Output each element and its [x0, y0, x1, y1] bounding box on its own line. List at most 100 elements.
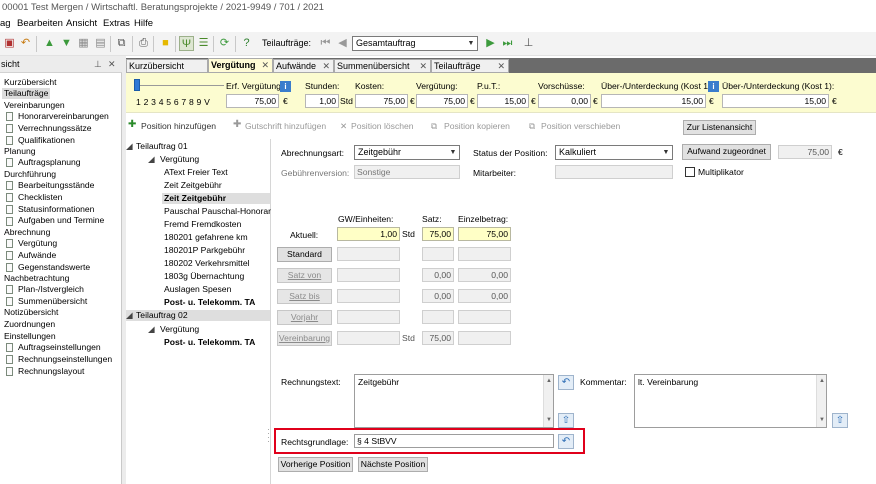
- aktuell-einzel-field[interactable]: 75,00: [458, 227, 511, 241]
- copy-icon[interactable]: ⧉: [114, 36, 129, 51]
- nav-durchfuehrung[interactable]: Durchführung: [4, 169, 56, 180]
- nav-zuordnungen[interactable]: Zuordnungen: [4, 319, 55, 330]
- tree-position[interactable]: Post- u. Telekomm. TA: [164, 297, 255, 308]
- help-icon[interactable]: ?: [239, 36, 254, 51]
- collapse-icon[interactable]: ◢: [148, 154, 155, 165]
- close-icon[interactable]: ✕: [322, 60, 330, 72]
- tree-position[interactable]: 180201P Parkgebühr: [164, 245, 245, 256]
- scrollbar[interactable]: ▲ ▼: [543, 375, 553, 427]
- nav-abrechnung[interactable]: Abrechnung: [4, 227, 50, 238]
- nav-checklisten[interactable]: Checklisten: [18, 192, 62, 203]
- tree-verguetung[interactable]: Vergütung: [160, 154, 199, 165]
- move-down-icon[interactable]: ▼: [59, 36, 74, 51]
- undo-icon[interactable]: ↶: [558, 434, 574, 449]
- delete-position-button[interactable]: Position löschen: [351, 121, 414, 132]
- collapse-icon[interactable]: ◢: [126, 141, 133, 152]
- close-icon[interactable]: ✕: [108, 56, 116, 73]
- tab-verguetung[interactable]: Vergütung ✕: [208, 58, 273, 73]
- copy-position-button[interactable]: Position kopieren: [444, 121, 510, 132]
- vereinbarung-button[interactable]: Vereinbarung: [277, 331, 332, 346]
- tree-position[interactable]: Fremd Fremdkosten: [164, 219, 241, 230]
- prev-position-button[interactable]: Vorherige Position: [278, 457, 353, 472]
- move-position-button[interactable]: Position verschieben: [541, 121, 620, 132]
- arrow-up-icon[interactable]: ⇧: [558, 413, 574, 428]
- move-up-icon[interactable]: ▲: [42, 36, 57, 51]
- menu-bearbeiten[interactable]: Bearbeiten: [17, 17, 63, 31]
- scrollbar[interactable]: ▲ ▼: [816, 375, 826, 427]
- tree-position[interactable]: Auslagen Spesen: [164, 284, 231, 295]
- nav-einstellungen[interactable]: Einstellungen: [4, 331, 56, 342]
- menu-ansicht[interactable]: Ansicht: [66, 17, 97, 31]
- nav-verrechnungssaetze[interactable]: Verrechnungssätze: [18, 123, 92, 134]
- first-icon[interactable]: ⏮: [318, 36, 333, 51]
- nav-teilauftraege[interactable]: Teilaufträge: [2, 88, 51, 99]
- tree-teilauftrag-02[interactable]: ◢ Teilauftrag 02: [126, 310, 270, 321]
- nav-verguetung[interactable]: Vergütung: [18, 238, 57, 249]
- menu-extras[interactable]: Extras: [103, 17, 130, 31]
- vorjahr-button[interactable]: Vorjahr: [277, 310, 332, 325]
- tree-position[interactable]: Pauschal Pauschal-Honorar: [164, 206, 271, 217]
- next-icon[interactable]: ▶: [483, 36, 498, 51]
- tab-kurzuebersicht[interactable]: Kurzübersicht: [126, 59, 208, 73]
- nav-auftragsplanung[interactable]: Auftragsplanung: [18, 157, 81, 168]
- refresh-icon[interactable]: ⟳: [217, 36, 232, 51]
- slider-thumb[interactable]: [134, 79, 140, 91]
- last-icon[interactable]: ⏭: [500, 36, 515, 51]
- folder-icon[interactable]: ■: [158, 36, 173, 51]
- nav-rechnungslayout[interactable]: Rechnungslayout: [18, 366, 84, 377]
- nav-rechnungseinstellungen[interactable]: Rechnungseinstellungen: [18, 354, 112, 365]
- aufwand-zugeordnet-button[interactable]: Aufwand zugeordnet: [682, 144, 771, 160]
- undo-icon[interactable]: ↶: [558, 375, 574, 390]
- nav-planung[interactable]: Planung: [4, 146, 36, 157]
- rechnungstext-field[interactable]: Zeitgebühr ▲ ▼: [354, 374, 554, 428]
- tab-aufwaende[interactable]: Aufwände ✕: [273, 59, 334, 73]
- tree-view-icon[interactable]: Ψ: [179, 36, 194, 51]
- arrow-up-icon[interactable]: ⇧: [832, 413, 848, 428]
- verguetung-field[interactable]: 75,00: [416, 94, 468, 108]
- grid-icon[interactable]: ▦: [76, 36, 91, 51]
- status-select[interactable]: Kalkuliert ▼: [555, 145, 673, 160]
- tree-position-selected[interactable]: Zeit Zeitgebühr: [162, 193, 270, 204]
- menu-auftrag[interactable]: ag: [0, 17, 11, 31]
- kosten-field[interactable]: 75,00: [355, 94, 408, 108]
- stunden-field[interactable]: 1,00: [305, 94, 339, 108]
- tree-position[interactable]: 180202 Verkehrsmittel: [164, 258, 250, 269]
- tab-summenuebersicht[interactable]: Summenübersicht ✕: [334, 59, 431, 73]
- nav-aufwaende[interactable]: Aufwände: [18, 250, 56, 261]
- prev-icon[interactable]: ◀: [335, 36, 350, 51]
- nav-vereinbarungen[interactable]: Vereinbarungen: [4, 100, 65, 111]
- list-icon[interactable]: ▤: [93, 36, 108, 51]
- info-icon[interactable]: i: [708, 81, 719, 92]
- nav-bearbeitungsstaende[interactable]: Bearbeitungsstände: [18, 180, 94, 191]
- satz-bis-button[interactable]: Satz bis: [277, 289, 332, 304]
- nav-qualifikationen[interactable]: Qualifikationen: [18, 135, 75, 146]
- nav-notizuebersicht[interactable]: Notizübersicht: [4, 307, 58, 318]
- aktuell-satz-field[interactable]: 75,00: [422, 227, 454, 241]
- list-view-button[interactable]: Zur Listenansicht: [683, 120, 756, 135]
- nav-aufgaben-termine[interactable]: Aufgaben und Termine: [18, 215, 104, 226]
- add-position-button[interactable]: Position hinzufügen: [141, 121, 216, 132]
- nav-statusinformationen[interactable]: Statusinformationen: [18, 204, 94, 215]
- nav-kurzuebersicht[interactable]: Kurzübersicht: [4, 77, 57, 88]
- pin-icon[interactable]: ⊥: [94, 56, 102, 73]
- nav-gegenstandswerte[interactable]: Gegenstandswerte: [18, 262, 90, 273]
- kommentar-field[interactable]: lt. Vereinbarung ▲ ▼: [634, 374, 827, 428]
- put-field[interactable]: 15,00: [477, 94, 529, 108]
- tab-teilauftraege[interactable]: Teilaufträge ✕: [431, 59, 509, 73]
- vorschuesse-field[interactable]: 0,00: [538, 94, 591, 108]
- info-icon[interactable]: i: [280, 81, 291, 92]
- ueberdeckung-2-field[interactable]: 15,00: [722, 94, 829, 108]
- close-icon[interactable]: ✕: [261, 59, 269, 71]
- rechtsgrundlage-field[interactable]: § 4 StBVV: [354, 434, 554, 448]
- nav-nachbetrachtung[interactable]: Nachbetrachtung: [4, 273, 69, 284]
- next-position-button[interactable]: Nächste Position: [358, 457, 428, 472]
- tree-teilauftrag-01[interactable]: Teilauftrag 01: [136, 141, 188, 152]
- nav-summenuebersicht[interactable]: Summenübersicht: [18, 296, 87, 307]
- list-view-icon[interactable]: ☰: [196, 36, 211, 51]
- satz-von-button[interactable]: Satz von: [277, 268, 332, 283]
- close-icon[interactable]: ✕: [419, 60, 427, 72]
- nav-honorarvereinbarungen[interactable]: Honorarvereinbarungen: [18, 111, 109, 122]
- tree-position[interactable]: AText Freier Text: [164, 167, 228, 178]
- standard-button[interactable]: Standard: [277, 247, 332, 262]
- teilauftrag-combo[interactable]: Gesamtauftrag ▼: [352, 36, 478, 51]
